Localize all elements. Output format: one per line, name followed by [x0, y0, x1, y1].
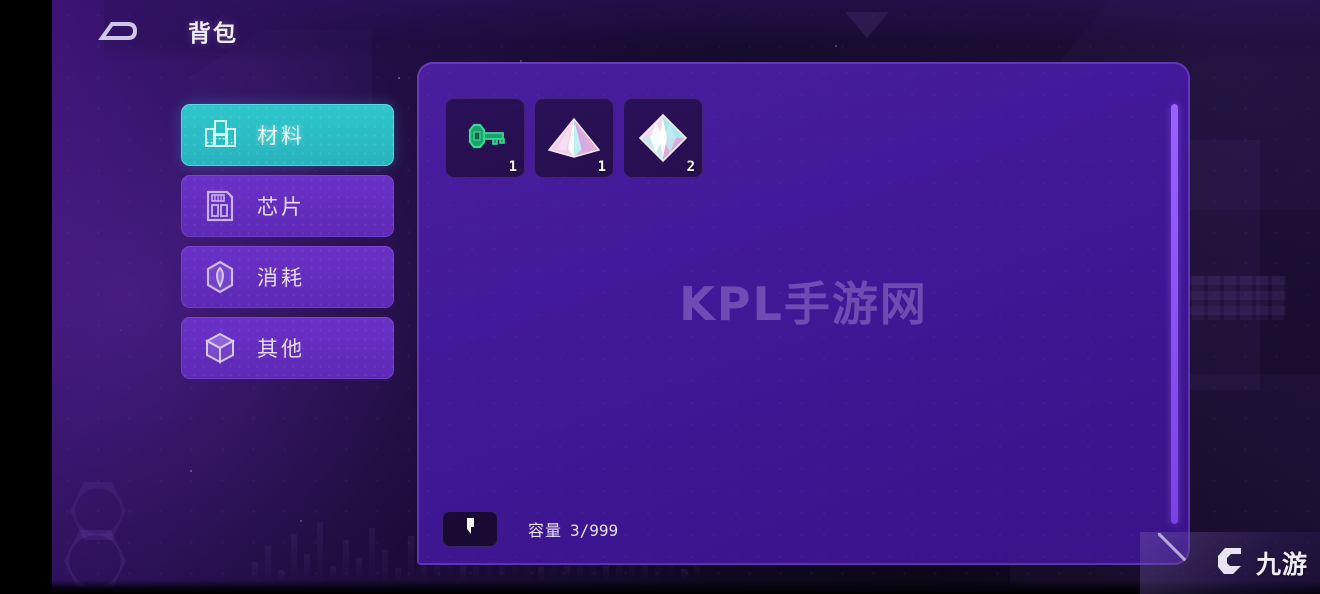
item-grid: 1 1 2	[445, 98, 703, 178]
deco-checker-pattern	[1176, 276, 1286, 320]
sort-flag-icon	[462, 516, 478, 542]
bottom-letterbox	[0, 580, 1320, 594]
inventory-panel: KPL手游网 1 1 2 容量 3/999	[417, 62, 1190, 565]
panel-scrollbar[interactable]	[1171, 104, 1178, 524]
page-title: 背包	[188, 21, 238, 47]
sidebar-item-label: 材料	[257, 124, 305, 148]
item-slot[interactable]: 1	[445, 98, 525, 178]
star-particle	[300, 520, 302, 522]
sidebar-item-materials[interactable]: 材料	[181, 104, 394, 166]
sidebar-item-consumables[interactable]: 消耗	[181, 246, 394, 308]
jiuyou-logo-icon	[1215, 544, 1249, 582]
item-slot[interactable]: 1	[534, 98, 614, 178]
sort-button[interactable]	[442, 511, 498, 547]
star-particle	[398, 77, 400, 79]
sidebar-item-label: 消耗	[257, 266, 305, 290]
back-button[interactable]	[90, 9, 146, 53]
left-letterbox	[0, 0, 52, 594]
capacity-status: 容量 3/999	[528, 517, 618, 541]
jiuyou-label: 九游	[1255, 550, 1308, 579]
star-particle	[190, 470, 192, 472]
capacity-label: 容量	[528, 521, 563, 540]
kpl-watermark: KPL手游网	[679, 277, 928, 331]
consumable-gem-icon	[199, 256, 241, 298]
chip-card-icon	[199, 185, 241, 227]
sidebar-item-chips[interactable]: 芯片	[181, 175, 394, 237]
other-cube-icon	[199, 327, 241, 369]
sidebar-item-label: 芯片	[257, 195, 305, 219]
back-arrow-icon	[98, 18, 138, 44]
top-header: 背包	[52, 0, 1320, 62]
item-slot[interactable]: 2	[623, 98, 703, 178]
item-quantity: 1	[597, 159, 607, 175]
category-sidebar: 材料 芯片 消耗 其他	[181, 104, 394, 388]
capacity-value: 3/999	[570, 521, 619, 540]
jiuyou-watermark: 九游	[1140, 532, 1320, 594]
scrollbar-thumb[interactable]	[1171, 104, 1178, 524]
panel-footer: 容量 3/999	[417, 493, 1190, 565]
item-quantity: 1	[508, 159, 518, 175]
item-quantity: 2	[686, 159, 696, 175]
sidebar-item-label: 其他	[257, 337, 305, 361]
game-screen: 背包 材料 芯片 消耗 其他 KPL手游网 1 1 2 容量 3/999 九游	[0, 0, 1320, 594]
sidebar-item-other[interactable]: 其他	[181, 317, 394, 379]
materials-building-icon	[199, 114, 241, 156]
